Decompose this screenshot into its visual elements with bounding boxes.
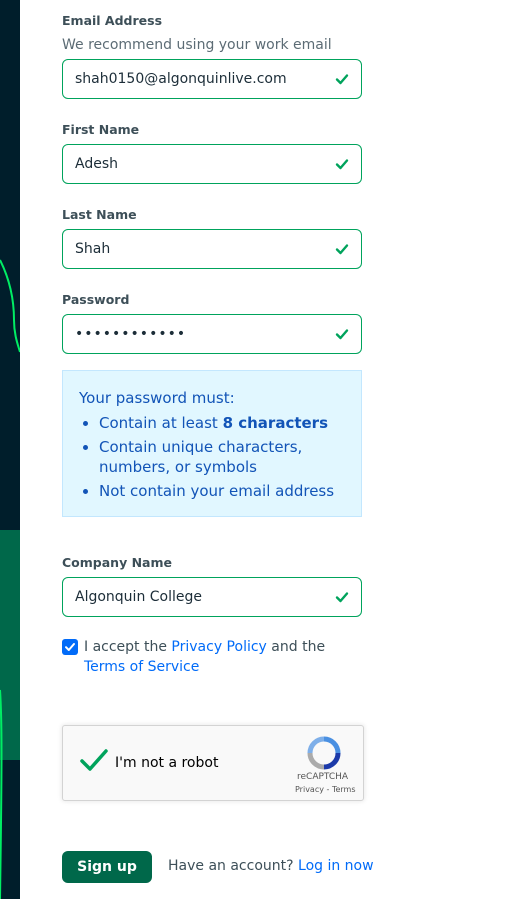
recaptcha-separator: - xyxy=(323,785,332,794)
password-label: Password xyxy=(62,292,130,307)
decorative-side-panel xyxy=(0,0,20,899)
check-icon xyxy=(335,329,349,340)
terms-consent-text: I accept the Privacy Policy and the Term… xyxy=(84,637,344,677)
password-requirements-box: Your password must: Contain at least 8 c… xyxy=(62,370,362,517)
company-label: Company Name xyxy=(62,555,172,570)
password-requirements-list: Contain at least 8 characters Contain un… xyxy=(79,413,359,505)
requirement-no-email: Not contain your email address xyxy=(99,481,359,501)
recaptcha-brand: reCAPTCHA xyxy=(297,772,349,782)
email-hint: We recommend using your work email xyxy=(62,37,332,53)
recaptcha-privacy-link[interactable]: Privacy xyxy=(295,785,324,794)
check-icon xyxy=(335,159,349,170)
password-field-wrapper xyxy=(62,314,362,354)
company-input[interactable] xyxy=(75,578,325,616)
have-account-text: Have an account? xyxy=(168,858,294,874)
recaptcha-links: Privacy - Terms xyxy=(295,785,356,794)
requirement-min-length-prefix: Contain at least xyxy=(99,414,223,432)
email-label: Email Address xyxy=(62,13,163,28)
first-name-label: First Name xyxy=(62,122,140,137)
email-input[interactable] xyxy=(75,60,325,98)
company-field-wrapper xyxy=(62,577,362,617)
consent-prefix: I accept the xyxy=(84,639,172,655)
recaptcha-label: I'm not a robot xyxy=(115,755,219,771)
recaptcha-terms-link[interactable]: Terms xyxy=(332,785,356,794)
password-input[interactable] xyxy=(75,315,325,353)
login-link[interactable]: Log in now xyxy=(298,858,374,874)
check-icon xyxy=(335,74,349,85)
last-name-field-wrapper xyxy=(62,229,362,269)
terms-checkbox[interactable] xyxy=(62,639,78,655)
recaptcha-checkmark-icon[interactable] xyxy=(79,748,109,774)
privacy-policy-link[interactable]: Privacy Policy xyxy=(171,639,266,655)
recaptcha-widget: I'm not a robot reCAPTCHA Privacy - Term… xyxy=(62,725,364,801)
consent-middle: and the xyxy=(266,639,326,655)
check-icon xyxy=(335,244,349,255)
last-name-input[interactable] xyxy=(75,230,325,268)
email-field-wrapper xyxy=(62,59,362,99)
requirement-min-length-bold: 8 characters xyxy=(222,414,329,432)
terms-of-service-link[interactable]: Terms of Service xyxy=(84,659,199,675)
check-icon xyxy=(335,592,349,603)
password-requirements-title: Your password must: xyxy=(79,389,235,407)
checkmark-icon xyxy=(65,643,75,651)
first-name-input[interactable] xyxy=(75,145,325,183)
first-name-field-wrapper xyxy=(62,144,362,184)
sign-up-button[interactable]: Sign up xyxy=(62,851,152,883)
login-prompt: Have an account? Log in now xyxy=(168,858,374,874)
requirement-unique-chars: Contain unique characters, numbers, or s… xyxy=(99,437,359,477)
recaptcha-logo-icon xyxy=(307,736,341,770)
last-name-label: Last Name xyxy=(62,207,137,222)
requirement-min-length: Contain at least 8 characters xyxy=(99,413,359,433)
